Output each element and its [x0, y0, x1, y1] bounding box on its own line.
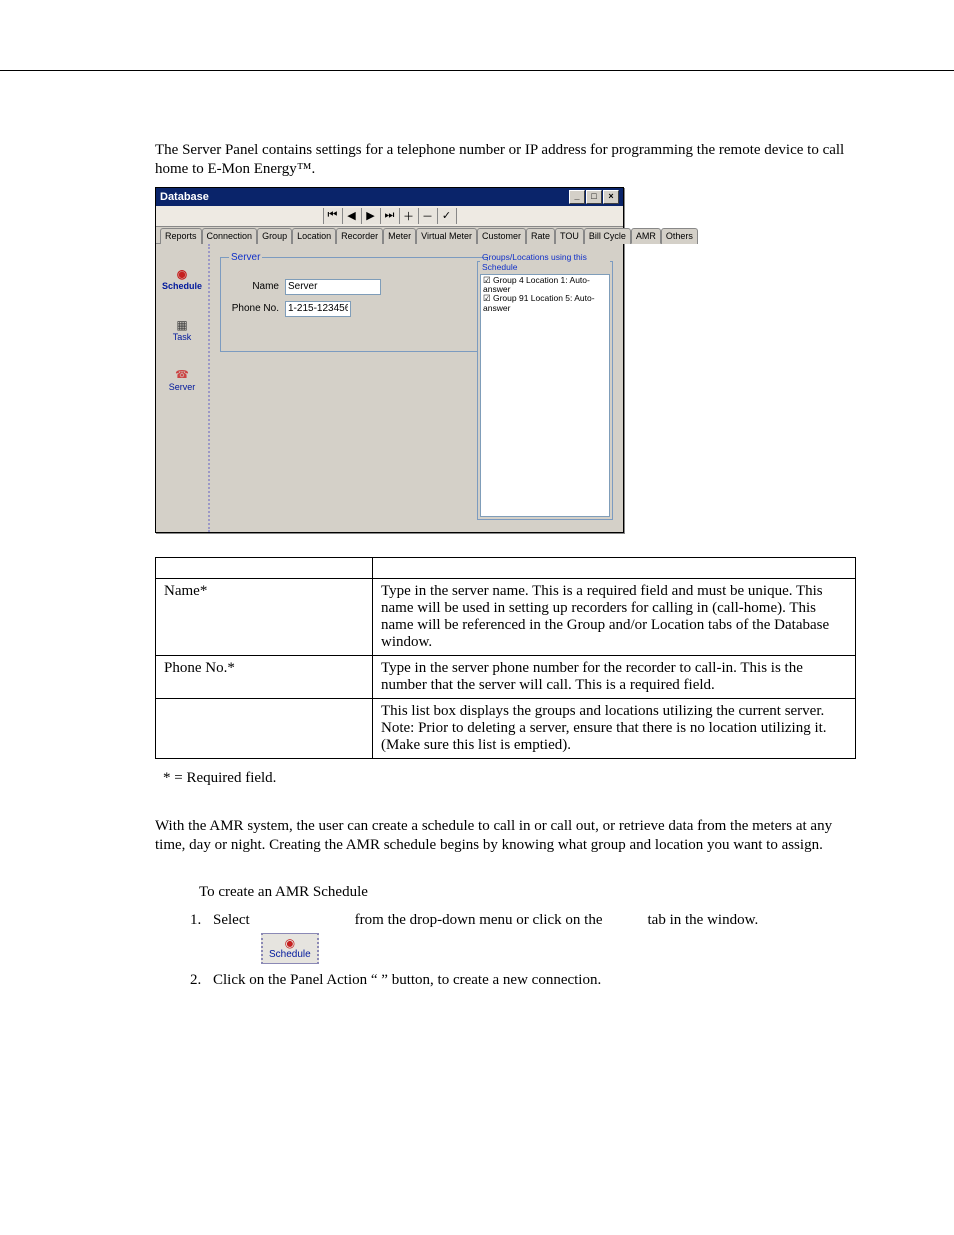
- phone-label: Phone No.: [229, 303, 279, 314]
- main-panel: Server Name Phone No. Groups/Locations u…: [210, 244, 623, 532]
- tab-location[interactable]: Location: [292, 228, 336, 244]
- delete-record-button[interactable]: －: [419, 208, 438, 224]
- groups-listbox[interactable]: Group 4 Location 1: Auto-answer Group 91…: [480, 274, 610, 517]
- window-title: Database: [160, 191, 209, 203]
- sidebar-schedule-label: Schedule: [162, 281, 202, 291]
- table-row: Name* Type in the server name. This is a…: [156, 578, 856, 655]
- sidebar-task-label: Task: [173, 332, 192, 342]
- commit-record-button[interactable]: ✓: [438, 208, 457, 224]
- clock-icon: ◉: [177, 268, 187, 280]
- cell-name-label: Name*: [156, 578, 373, 655]
- clock-icon: ◉: [285, 937, 295, 949]
- tab-tou[interactable]: TOU: [555, 228, 584, 244]
- step-1: Select from the drop-down menu or click …: [205, 912, 856, 964]
- tab-bill-cycle[interactable]: Bill Cycle: [584, 228, 631, 244]
- table-row: Phone No.* Type in the server phone numb…: [156, 655, 856, 698]
- cell-groups-desc: This list box displays the groups and lo…: [373, 698, 856, 758]
- tab-customer[interactable]: Customer: [477, 228, 526, 244]
- titlebar: Database _ □ ×: [156, 188, 623, 206]
- schedule-icon-label: Schedule: [269, 949, 311, 960]
- server-icon: ☎: [175, 370, 189, 381]
- required-note: * = Required field.: [163, 769, 856, 788]
- tab-recorder[interactable]: Recorder: [336, 228, 383, 244]
- maximize-icon[interactable]: □: [586, 190, 602, 204]
- last-record-button[interactable]: ⏭: [381, 208, 400, 224]
- tab-reports[interactable]: Reports: [160, 228, 202, 244]
- side-panel: ◉ Schedule ▦ Task ☎ Server: [156, 244, 210, 532]
- first-record-button[interactable]: ⏮: [323, 208, 343, 224]
- cell-name-desc: Type in the server name. This is a requi…: [373, 578, 856, 655]
- list-item[interactable]: Group 4 Location 1: Auto-answer: [483, 276, 607, 295]
- server-phone-input[interactable]: [285, 301, 351, 317]
- name-label: Name: [229, 281, 279, 292]
- intro-text: The Server Panel contains settings for a…: [155, 141, 856, 179]
- next-record-button[interactable]: ▶: [362, 208, 381, 224]
- list-item[interactable]: Group 91 Location 5: Auto-answer: [483, 294, 607, 313]
- tab-virtual-meter[interactable]: Virtual Meter: [416, 228, 477, 244]
- groups-fieldset: Groups/Locations using this Schedule Gro…: [477, 252, 613, 520]
- amr-paragraph: With the AMR system, the user can create…: [155, 817, 856, 855]
- cell-phone-desc: Type in the server phone number for the …: [373, 655, 856, 698]
- gear-icon: ▦: [176, 319, 187, 331]
- server-legend: Server: [229, 252, 262, 263]
- tab-connection[interactable]: Connection: [202, 228, 258, 244]
- close-icon[interactable]: ×: [603, 190, 619, 204]
- sidebar-server-label: Server: [169, 382, 196, 392]
- database-window: Database _ □ × ⏮ ◀ ▶ ⏭ ＋ － ✓ Reports Con…: [155, 187, 624, 533]
- tab-meter[interactable]: Meter: [383, 228, 416, 244]
- server-name-input[interactable]: [285, 279, 381, 295]
- sidebar-item-server[interactable]: ☎ Server: [169, 370, 196, 392]
- tab-rate[interactable]: Rate: [526, 228, 555, 244]
- cell-phone-label: Phone No.*: [156, 655, 373, 698]
- minimize-icon[interactable]: _: [569, 190, 585, 204]
- sidebar-item-task[interactable]: ▦ Task: [173, 319, 192, 342]
- tab-others[interactable]: Others: [661, 228, 698, 244]
- prev-record-button[interactable]: ◀: [343, 208, 362, 224]
- tab-amr[interactable]: AMR: [631, 228, 661, 244]
- sidebar-item-schedule[interactable]: ◉ Schedule: [162, 268, 202, 291]
- steps-list: Select from the drop-down menu or click …: [155, 912, 856, 989]
- cell-groups-label: [156, 698, 373, 758]
- field-description-table: Name* Type in the server name. This is a…: [155, 557, 856, 759]
- record-nav-toolbar: ⏮ ◀ ▶ ⏭ ＋ － ✓: [156, 206, 623, 227]
- step-2: Click on the Panel Action “ ” button, to…: [205, 972, 856, 989]
- table-row: This list box displays the groups and lo…: [156, 698, 856, 758]
- client-area: ◉ Schedule ▦ Task ☎ Server Server Name: [156, 243, 623, 532]
- server-fieldset: Server Name Phone No.: [220, 252, 488, 352]
- schedule-icon-button[interactable]: ◉ Schedule: [261, 933, 319, 964]
- tab-group[interactable]: Group: [257, 228, 292, 244]
- steps-heading: To create an AMR Schedule: [199, 883, 856, 902]
- tab-strip: Reports Connection Group Location Record…: [156, 227, 623, 243]
- add-record-button[interactable]: ＋: [400, 208, 419, 224]
- groups-legend: Groups/Locations using this Schedule: [480, 252, 610, 272]
